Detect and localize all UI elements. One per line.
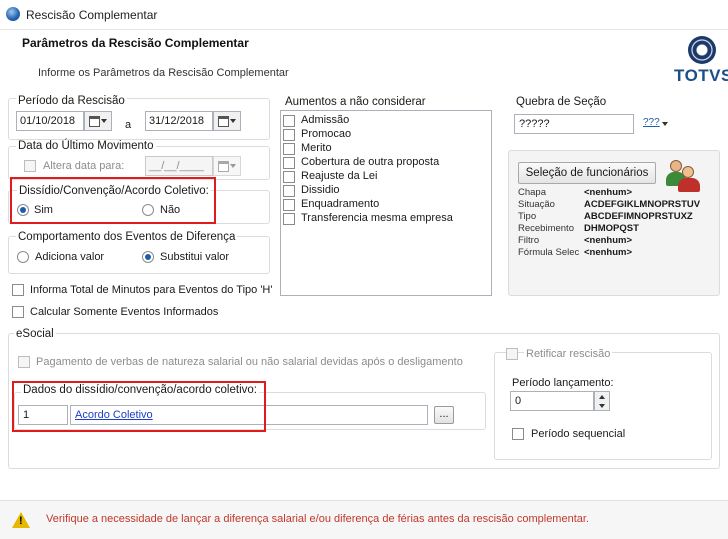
informa-total-label: Informa Total de Minutos para Eventos do… (30, 284, 273, 296)
aumentos-item-checkbox[interactable] (283, 185, 295, 197)
calendar-icon (218, 161, 229, 172)
calendar-icon (218, 116, 229, 127)
quebra-label: Quebra de Seção (516, 96, 607, 108)
periodo-sequencial-label: Período sequencial (531, 428, 626, 440)
chevron-up-icon[interactable] (599, 395, 605, 399)
aumentos-item-label: Dissidio (301, 184, 340, 196)
retificar-checkbox[interactable] (506, 348, 518, 360)
calcular-somente-label: Calcular Somente Eventos Informados (30, 306, 219, 318)
pagamento-checkbox[interactable] (18, 356, 30, 368)
esocial-label: eSocial (14, 328, 56, 340)
chevron-down-icon (230, 119, 236, 123)
aumentos-item-checkbox[interactable] (283, 115, 295, 127)
aumentos-label: Aumentos a não considerar (285, 96, 426, 108)
ultimo-movimento-label: Data do Último Movimento (16, 140, 156, 152)
altera-data-calendar-button[interactable] (213, 156, 241, 176)
aumentos-item-checkbox[interactable] (283, 157, 295, 169)
substitui-valor-radio[interactable] (142, 251, 154, 263)
warning-icon-mark: ! (19, 515, 23, 527)
aumentos-item-label: Merito (301, 142, 332, 154)
aumentos-item-label: Reajuste da Lei (301, 170, 378, 182)
warning-message: Verifique a necessidade de lançar a dife… (46, 513, 589, 525)
adiciona-valor-radio[interactable] (17, 251, 29, 263)
periodo-label: Período da Rescisão (16, 95, 127, 107)
chevron-down-icon (101, 119, 107, 123)
selecao-value: <nenhum> (584, 235, 633, 246)
retificar-label: Retificar rescisão (524, 348, 613, 360)
title-bar: Rescisão Complementar (0, 0, 728, 30)
chevron-down-icon[interactable] (599, 404, 605, 408)
aumentos-item-checkbox[interactable] (283, 171, 295, 183)
aumentos-item-checkbox[interactable] (283, 129, 295, 141)
periodo-lancamento-spinner[interactable] (594, 391, 610, 411)
pagamento-label: Pagamento de verbas de natureza salarial… (36, 356, 463, 368)
selecao-key: Situação (518, 199, 555, 210)
chevron-down-icon (662, 122, 668, 126)
selecao-value: <nenhum> (584, 187, 633, 198)
aumentos-item-label: Admissão (301, 114, 350, 126)
quebra-lookup-button[interactable]: ??? (643, 117, 660, 128)
periodo-lancamento-input[interactable]: 0 (510, 391, 594, 411)
totvs-logo-icon (688, 36, 716, 64)
selecao-key: Fórmula Selec (518, 247, 580, 258)
altera-data-label: Altera data para: (43, 160, 125, 172)
selecao-value: DHMOPQST (584, 223, 639, 234)
app-icon (6, 7, 20, 21)
selecao-key: Chapa (518, 187, 546, 198)
dados-dissidio-highlight (12, 381, 266, 432)
aumentos-item-label: Enquadramento (301, 198, 380, 210)
selecao-key: Filtro (518, 235, 540, 246)
selecao-value: ACDEFGIKLMNOPRSTUV (584, 199, 701, 210)
periodo-end-input[interactable]: 31/12/2018 (145, 111, 213, 131)
aumentos-item-checkbox[interactable] (283, 213, 295, 225)
periodo-sequencial-checkbox[interactable] (512, 428, 524, 440)
periodo-start-input[interactable]: 01/10/2018 (16, 111, 84, 131)
informa-total-checkbox[interactable] (12, 284, 24, 296)
totvs-logo-text: TOTVS (674, 66, 728, 85)
periodo-end-calendar-button[interactable] (213, 111, 241, 131)
window-title: Rescisão Complementar (26, 8, 158, 22)
chevron-down-icon (230, 164, 236, 168)
calcular-somente-checkbox[interactable] (12, 306, 24, 318)
quebra-input[interactable]: ????? (514, 114, 634, 134)
footer-warning-bar: ! Verifique a necessidade de lançar a di… (0, 500, 728, 539)
selecao-key: Recebimento (518, 223, 574, 234)
users-icon (664, 158, 704, 196)
selecao-key: Tipo (518, 211, 537, 222)
page-subtitle: Informe os Parâmetros da Rescisão Comple… (38, 67, 289, 79)
selecao-value: ABCDEFIMNOPRSTUXZ (584, 211, 693, 222)
adiciona-valor-label: Adiciona valor (35, 251, 105, 263)
selecao-funcionarios-button[interactable]: Seleção de funcionários (518, 162, 656, 184)
totvs-logo: TOTVS (674, 36, 728, 88)
aumentos-item-label: Promocao (301, 128, 352, 140)
periodo-lancamento-label: Período lançamento: (512, 377, 614, 389)
browse-button[interactable]: ... (434, 406, 454, 424)
aumentos-item-checkbox[interactable] (283, 143, 295, 155)
aumentos-item-checkbox[interactable] (283, 199, 295, 211)
aumentos-item-label: Transferencia mesma empresa (301, 212, 453, 224)
substitui-valor-label: Substitui valor (160, 251, 230, 263)
selecao-value: <nenhum> (584, 247, 633, 258)
periodo-start-calendar-button[interactable] (84, 111, 112, 131)
comportamento-label: Comportamento dos Eventos de Diferença (16, 231, 238, 243)
aumentos-item-label: Cobertura de outra proposta (301, 156, 440, 168)
altera-data-checkbox[interactable] (24, 160, 36, 172)
calendar-icon (89, 116, 100, 127)
periodo-separator: a (125, 119, 132, 131)
page-title: Parâmetros da Rescisão Complementar (22, 36, 249, 50)
aumentos-list: Admissão Promocao Merito Cobertura de ou… (280, 110, 492, 296)
dissidio-highlight (10, 177, 216, 224)
altera-data-input[interactable]: __/__/____ (145, 156, 213, 176)
